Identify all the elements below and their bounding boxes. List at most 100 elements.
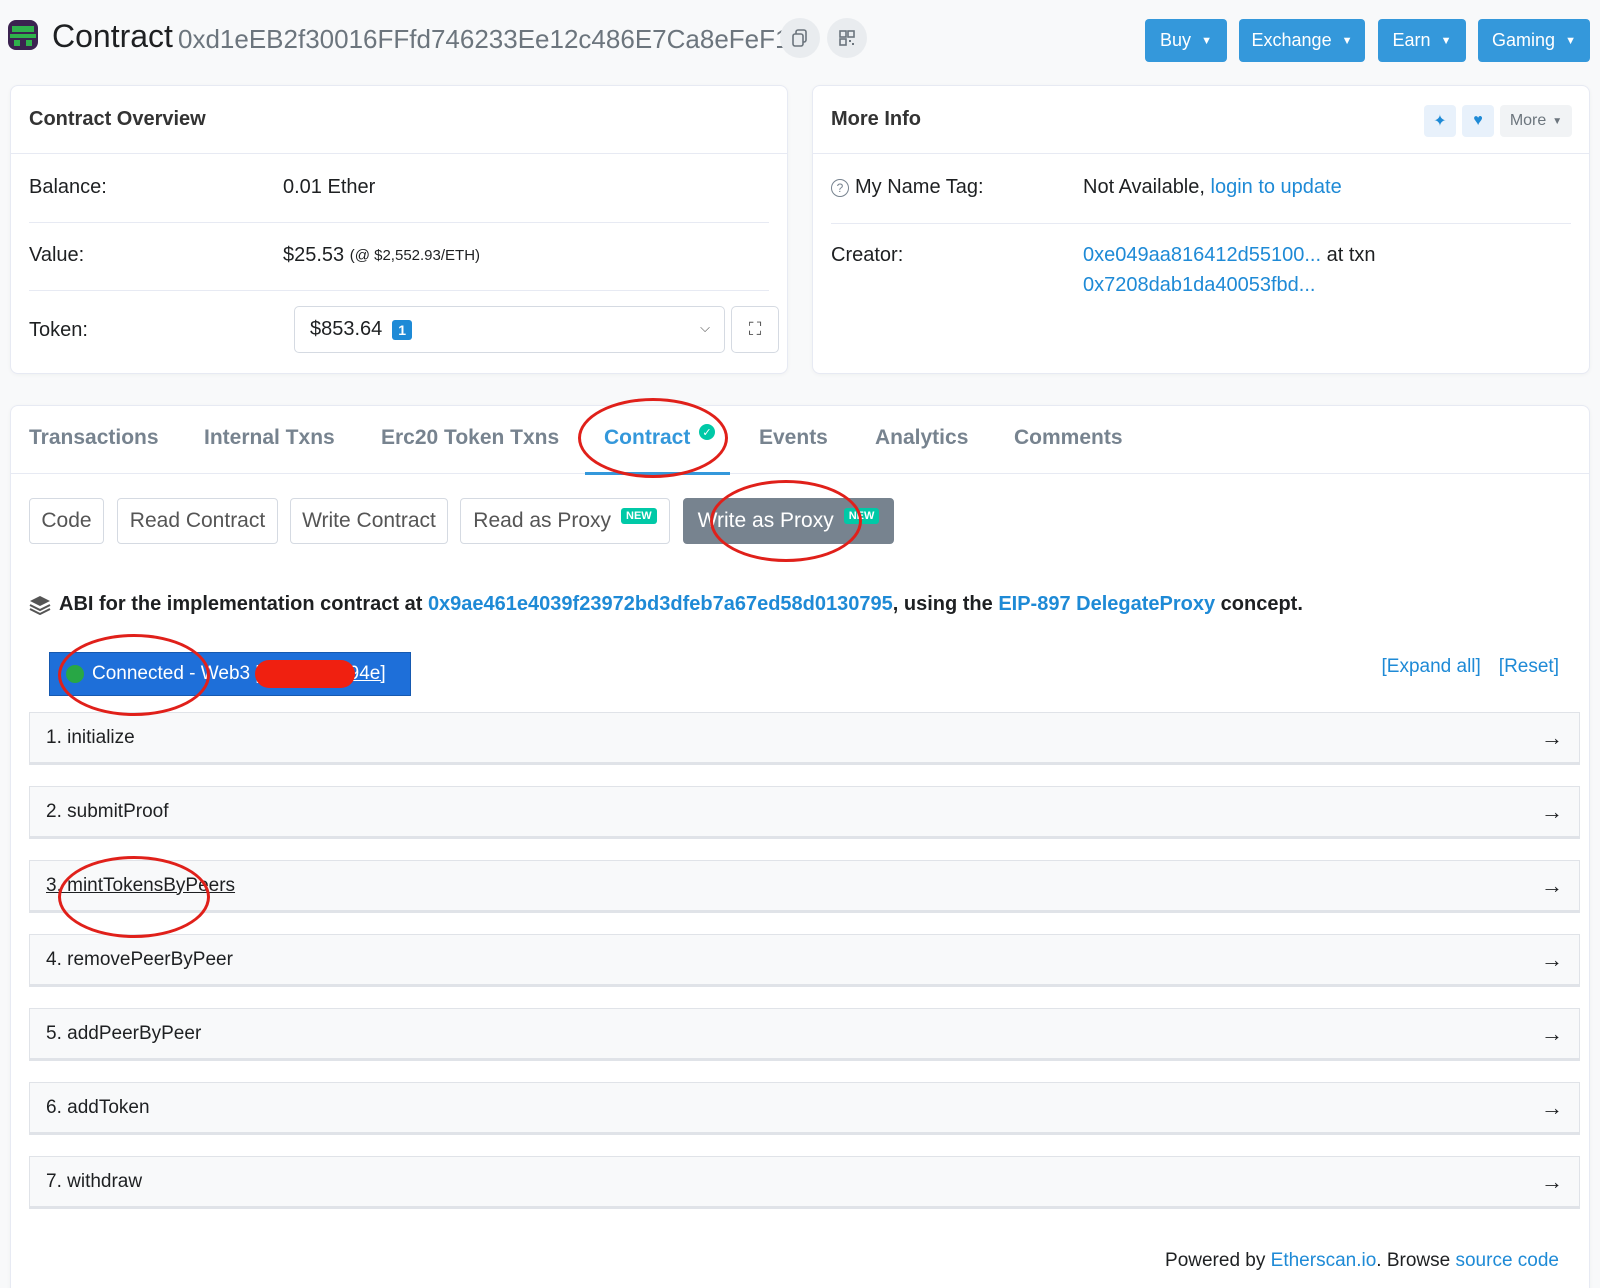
name-tag-row: ? My Name Tag: Not Available, login to u… <box>831 176 1571 199</box>
contract-address: 0xd1eEB2f30016FFfd746233Ee12c486E7Ca8eFe… <box>178 24 790 54</box>
tab-comments[interactable]: Comments <box>1014 426 1123 450</box>
divider <box>29 222 769 223</box>
etherscan-link[interactable]: Etherscan.io <box>1271 1250 1377 1271</box>
help-icon: ? <box>831 178 849 197</box>
chevron-down-icon: ▼ <box>1552 115 1563 127</box>
nav-earn-button[interactable]: Earn ▼ <box>1378 19 1466 62</box>
value-rate: (@ $2,552.93/ETH) <box>349 247 481 264</box>
arrow-right-icon: → <box>1541 1095 1563 1120</box>
connected-status-dot <box>66 665 84 683</box>
arrow-right-icon: → <box>1541 1021 1563 1046</box>
function-label: 3. mintTokensByPeers <box>46 874 236 896</box>
more-dropdown[interactable]: More ▼ <box>1500 105 1572 137</box>
chevron-down-icon: ▼ <box>1440 34 1452 47</box>
token-count-badge: 1 <box>392 319 413 340</box>
chevron-down-icon: ▼ <box>1565 34 1576 47</box>
overview-title: Contract Overview <box>11 86 787 154</box>
subtab-write-contract[interactable]: Write Contract <box>290 498 448 544</box>
arrow-right-icon: → <box>1541 725 1563 750</box>
value-label: Value: <box>29 244 85 266</box>
subtab-write-as-proxy[interactable]: Write as Proxy NEW <box>683 498 894 544</box>
reset-link[interactable]: [Reset] <box>1499 656 1559 678</box>
nav-buy-label: Buy <box>1160 30 1192 50</box>
subtab-code[interactable]: Code <box>29 498 104 544</box>
function-label: 2. submitProof <box>46 800 169 822</box>
chevron-down-icon: ▼ <box>1201 34 1212 47</box>
new-badge: NEW <box>843 508 880 524</box>
more-info-card: More Info ✦ ♥ More ▼ ? My Name Tag: Not A… <box>812 85 1590 374</box>
function-row[interactable]: 3. mintTokensByPeers → <box>29 860 1580 913</box>
source-code-link[interactable]: source code <box>1455 1250 1559 1271</box>
subtab-code-label: Code <box>41 509 92 532</box>
function-row[interactable]: 7. withdraw → <box>29 1156 1580 1209</box>
name-tag-label-wrap: ? My Name Tag: <box>831 176 1083 199</box>
expand-reset-links: [Expand all] [Reset] <box>1382 656 1560 678</box>
tab-contract[interactable]: Contract <box>604 426 690 450</box>
nav-exchange-button[interactable]: Exchange ▼ <box>1239 19 1365 62</box>
nav-exchange-label: Exchange <box>1251 30 1332 50</box>
function-row[interactable]: 4. removePeerByPeer → <box>29 934 1580 987</box>
eip-897-link[interactable]: EIP-897 DelegateProxy <box>998 593 1215 615</box>
contract-tabs-card: Transactions Internal Txns Erc20 Token T… <box>10 405 1590 1288</box>
tab-transactions[interactable]: Transactions <box>29 426 159 450</box>
chevron-down-icon: ⌵ <box>700 320 710 335</box>
subtab-read-contract[interactable]: Read Contract <box>117 498 278 544</box>
creator-row: Creator: 0xe049aa816412d55100... at txn … <box>831 244 1571 300</box>
abi-suffix: concept. <box>1220 593 1303 615</box>
tab-analytics[interactable]: Analytics <box>875 426 968 450</box>
subtab-read-as-proxy[interactable]: Read as Proxy NEW <box>460 498 670 544</box>
function-label: 7. withdraw <box>46 1170 143 1192</box>
arrow-right-icon: → <box>1541 1169 1563 1194</box>
abi-middle: , using the <box>892 593 993 615</box>
token-expand-button[interactable]: ⛶ <box>731 306 779 353</box>
connected-label: Connected - Web3 [ <box>92 663 261 684</box>
token-label: Token: <box>29 319 88 341</box>
arrow-right-icon: → <box>1541 799 1563 824</box>
divider <box>29 290 769 291</box>
tab-internal-txns[interactable]: Internal Txns <box>204 426 335 450</box>
function-row[interactable]: 5. addPeerByPeer → <box>29 1008 1580 1061</box>
abi-description: ABI for the implementation contract at 0… <box>29 593 1303 616</box>
token-select[interactable]: $853.64 1 ⌵ <box>294 306 725 353</box>
tab-bar: Transactions Internal Txns Erc20 Token T… <box>11 406 1589 475</box>
expand-all-link[interactable]: [Expand all] <box>1382 656 1481 678</box>
top-bar: Contract 0xd1eEB2f30016FFfd746233Ee12c48… <box>0 0 1600 80</box>
creator-label: Creator: <box>831 244 904 266</box>
favorite-button[interactable]: ♥ <box>1462 105 1494 137</box>
function-label: 5. addPeerByPeer <box>46 1022 202 1044</box>
value-amount: $25.53 <box>283 244 345 266</box>
redacted-address <box>254 660 355 688</box>
nav-gaming-button[interactable]: Gaming ▼ <box>1478 19 1590 62</box>
chevron-down-icon: ▼ <box>1341 34 1353 47</box>
nav-buy-button[interactable]: Buy ▼ <box>1145 19 1227 62</box>
nav-gaming-label: Gaming <box>1492 30 1556 50</box>
balance-value: 0.01 Ether <box>283 176 376 198</box>
subtab-write-as-proxy-label: Write as Proxy <box>697 509 834 532</box>
token-value: $853.64 <box>310 318 383 340</box>
more-label: More <box>1509 112 1547 129</box>
creator-address-link[interactable]: 0xe049aa816412d55100... <box>1083 244 1321 266</box>
arrow-right-icon: → <box>1541 947 1563 972</box>
copy-address-button[interactable] <box>780 18 820 58</box>
browse-text: . Browse <box>1376 1250 1451 1271</box>
magic-wand-button[interactable]: ✦ <box>1424 105 1456 137</box>
function-row[interactable]: 2. submitProof → <box>29 786 1580 839</box>
creator-txn-link[interactable]: 0x7208dab1da40053fbd... <box>1083 274 1315 296</box>
tab-erc20-token-txns[interactable]: Erc20 Token Txns <box>381 426 559 450</box>
balance-row: Balance: 0.01 Ether <box>29 176 769 199</box>
nav-earn-label: Earn <box>1392 30 1431 50</box>
qr-code-button[interactable] <box>827 18 867 58</box>
name-tag-value: Not Available, <box>1083 176 1205 198</box>
divider <box>831 223 1571 224</box>
function-row[interactable]: 6. addToken → <box>29 1082 1580 1135</box>
function-row[interactable]: 1. initialize → <box>29 712 1580 765</box>
contract-logo-icon <box>8 20 38 50</box>
web3-connected-button[interactable]: Connected - Web3 [ 94e] <box>49 652 411 696</box>
login-link[interactable]: login to update <box>1211 176 1342 199</box>
magic-wand-icon: ✦ <box>1433 113 1447 130</box>
tab-events[interactable]: Events <box>759 426 828 450</box>
implementation-address-link[interactable]: 0x9ae461e4039f23972bd3dfeb7a67ed58d01307… <box>428 593 893 615</box>
contract-overview-card: Contract Overview Balance: 0.01 Ether Va… <box>10 85 788 374</box>
powered-prefix: Powered by <box>1165 1250 1266 1271</box>
verified-check-icon: ✓ <box>699 424 715 440</box>
